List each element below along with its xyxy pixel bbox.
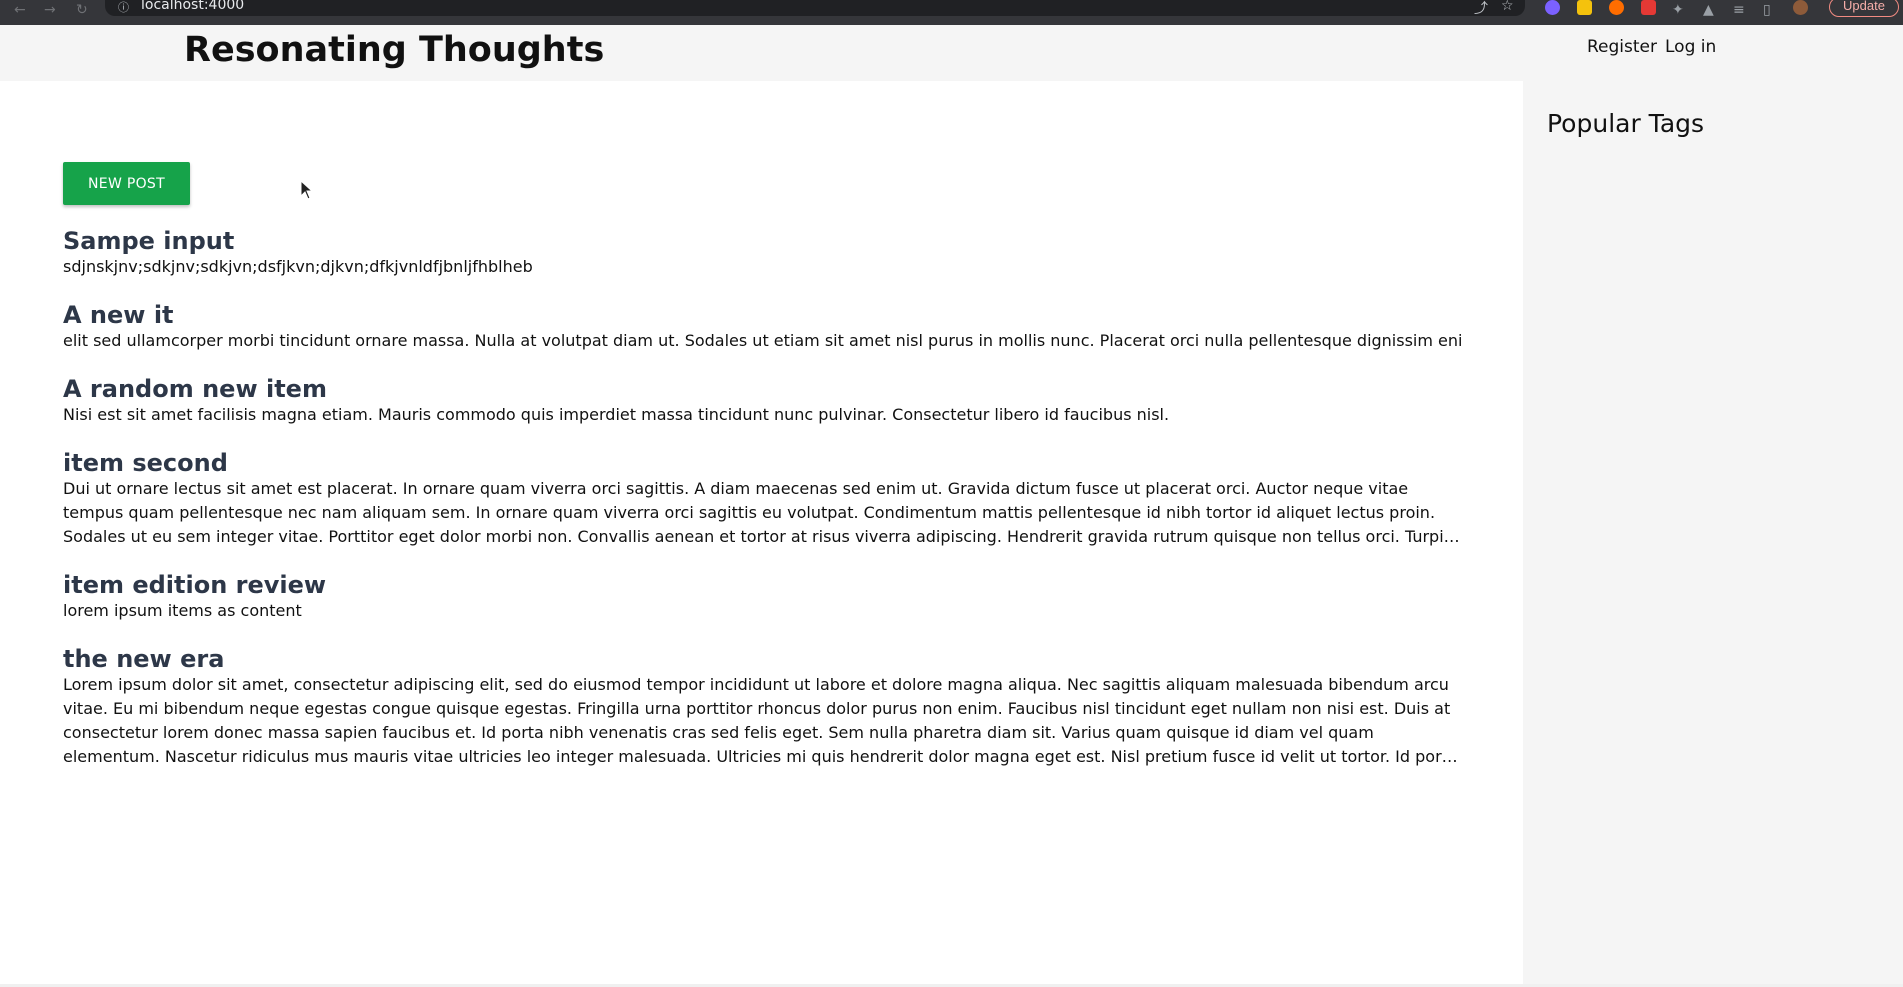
post-excerpt: Nisi est sit amet facilisis magna etiam.…	[63, 405, 1170, 424]
address-bar[interactable]: ⓘ localhost:4000 ⤴ ☆	[105, 0, 1525, 18]
popular-tags-heading: Popular Tags	[1547, 109, 1705, 138]
site-title[interactable]: Resonating Thoughts	[184, 33, 604, 68]
post-title[interactable]: item second	[63, 449, 1463, 477]
extensions-puzzle-icon[interactable]: ✦	[1672, 3, 1684, 17]
forward-icon[interactable]: →	[44, 3, 56, 17]
site-info-icon[interactable]: ⓘ	[118, 0, 129, 15]
post-title[interactable]: item edition review	[63, 571, 1463, 599]
post-title[interactable]: A random new item	[63, 375, 1463, 403]
post-item[interactable]: item edition review lorem ipsum items as…	[63, 571, 1463, 623]
address-bar-url: localhost:4000	[141, 0, 245, 13]
post-item[interactable]: item second Dui ut ornare lectus sit ame…	[63, 449, 1463, 549]
post-excerpt: lorem ipsum items as content	[63, 601, 302, 620]
post-excerpt: elit sed ullamcorper morbi tincidunt orn…	[63, 331, 1463, 350]
register-link[interactable]: Register	[1587, 37, 1657, 57]
extension-icon[interactable]	[1641, 0, 1656, 15]
sidebar: Popular Tags	[1523, 81, 1903, 987]
reading-list-icon[interactable]: ≡	[1733, 3, 1745, 17]
post-item[interactable]: A new it elit sed ullamcorper morbi tinc…	[63, 301, 1463, 353]
post-excerpt: sdjnskjnv;sdkjnv;sdkjvn;dsfjkvn;djkvn;df…	[63, 257, 533, 276]
extension-icon[interactable]	[1545, 0, 1560, 15]
update-button[interactable]: Update	[1829, 0, 1899, 17]
post-item[interactable]: A random new item Nisi est sit amet faci…	[63, 375, 1463, 427]
browser-toolbar: ← → ↻ ⓘ localhost:4000 ⤴ ☆ ✦ ▲ ≡ ▯ Updat…	[0, 0, 1903, 25]
back-icon[interactable]: ←	[14, 3, 26, 17]
post-excerpt: Dui ut ornare lectus sit amet est placer…	[63, 479, 1452, 546]
mouse-cursor-icon	[300, 180, 314, 200]
post-title[interactable]: A new it	[63, 301, 1463, 329]
reload-icon[interactable]: ↻	[76, 3, 88, 17]
post-item[interactable]: Sampe input sdjnskjnv;sdkjnv;sdkjvn;dsfj…	[63, 227, 1463, 279]
post-excerpt: Lorem ipsum dolor sit amet, consectetur …	[63, 675, 1458, 766]
post-item[interactable]: the new era Lorem ipsum dolor sit amet, …	[63, 645, 1463, 769]
profile-avatar[interactable]	[1793, 0, 1808, 15]
extension-icon[interactable]	[1609, 0, 1624, 15]
side-panel-icon[interactable]: ▯	[1763, 3, 1771, 17]
site-header: Resonating Thoughts Register Log in	[0, 25, 1903, 81]
bookmark-star-icon[interactable]: ☆	[1501, 0, 1514, 14]
share-icon[interactable]: ⤴	[1474, 0, 1488, 18]
new-post-button[interactable]: NEW POST	[63, 162, 190, 205]
post-title[interactable]: Sampe input	[63, 227, 1463, 255]
extension-icon[interactable]	[1577, 0, 1592, 15]
post-title[interactable]: the new era	[63, 645, 1463, 673]
post-list: Sampe input sdjnskjnv;sdkjnv;sdkjvn;dsfj…	[63, 227, 1463, 791]
extension-icon[interactable]: ▲	[1703, 3, 1714, 17]
login-link[interactable]: Log in	[1665, 37, 1716, 57]
